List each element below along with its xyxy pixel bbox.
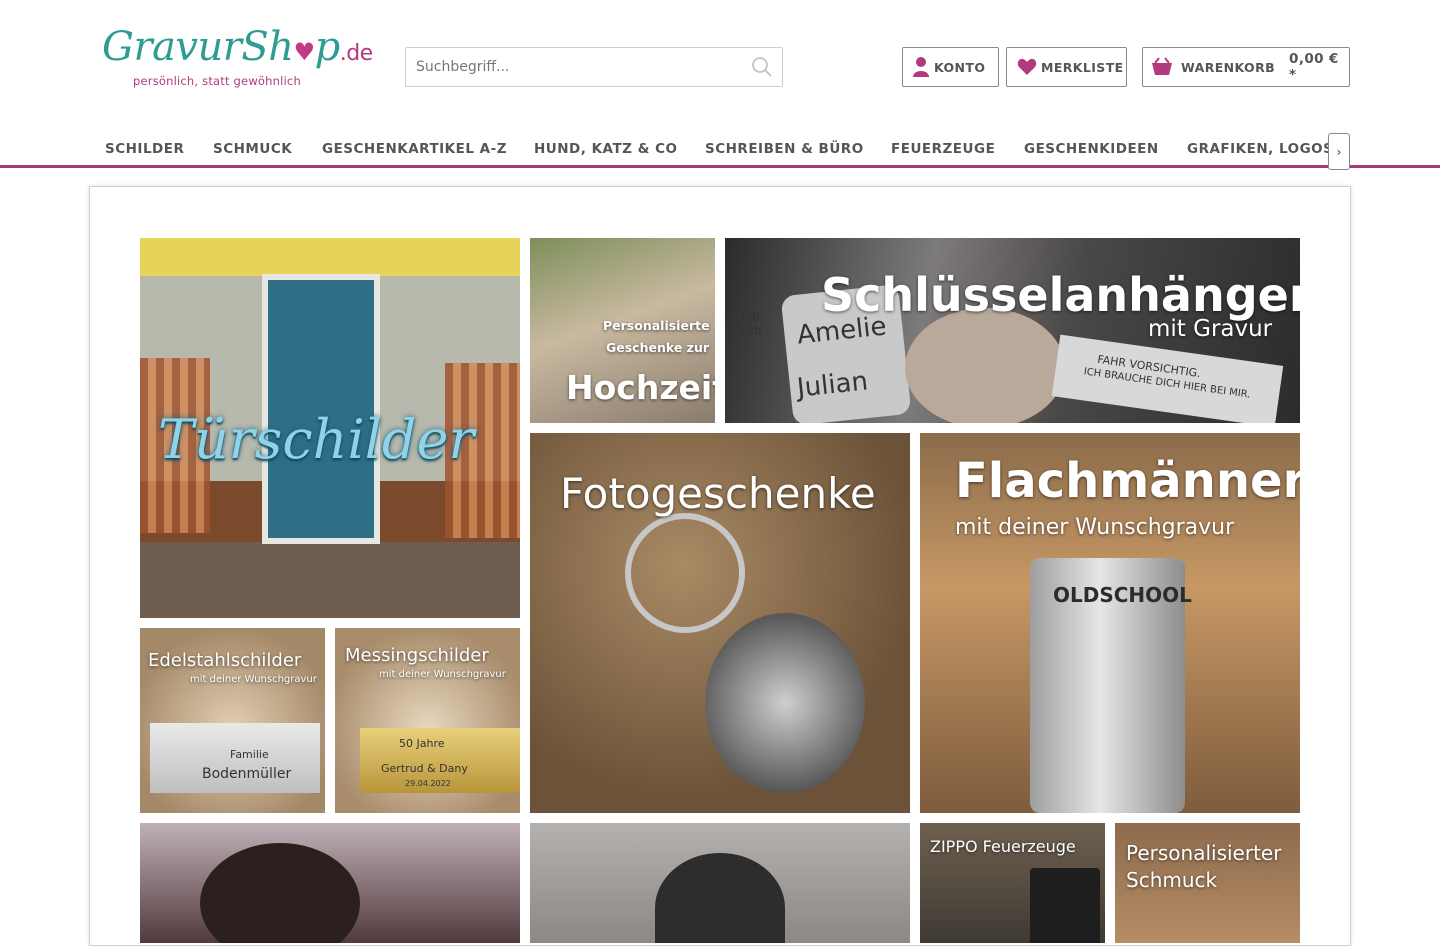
tile-tuerschilder[interactable]: Türschilder (140, 238, 520, 618)
photo-pendant (905, 308, 1065, 423)
tile-subtitle: mit deiner Wunschgravur (379, 669, 506, 680)
person-illustration (200, 843, 360, 943)
nav-item-feuerzeuge[interactable]: FEUERZEUGE (891, 141, 995, 157)
tile-zippo[interactable]: ZIPPO Feuerzeuge (920, 823, 1105, 943)
nav-item-geschenkartikel[interactable]: GESCHENKARTIKEL A-Z (322, 141, 507, 157)
logo-tagline: persönlich, statt gewöhnlich (133, 74, 301, 88)
wishlist-button[interactable]: MERKLISTE (1006, 47, 1127, 87)
tile-messingschilder[interactable]: Messingschilder mit deiner Wunschgravur … (335, 628, 520, 813)
basket-icon (1151, 57, 1173, 77)
tile-line: Geschenke zur (606, 340, 710, 355)
search-input[interactable] (406, 48, 736, 86)
search-icon[interactable] (750, 55, 774, 79)
heart-icon: ♥ (293, 38, 316, 66)
nav-item-schilder[interactable]: SCHILDER (105, 141, 184, 157)
account-label: KONTO (934, 59, 986, 75)
tile-subtitle: mit deiner Wunschgravur (955, 515, 1235, 540)
tile-title: Personalisierter (1126, 841, 1282, 865)
tile-title: Schlüsselanhänger (821, 268, 1300, 322)
key-ring (625, 513, 745, 633)
tile-fotogeschenke[interactable]: Fotogeschenke (530, 433, 910, 813)
tile-title: Schmuck (1126, 868, 1218, 892)
logo-wordmark: GravurSh♥p.de (102, 24, 373, 70)
tile-title: Fotogeschenke (560, 469, 876, 518)
engraved-text: Lieb Dich (735, 310, 762, 338)
tile-schluesselanhaenger[interactable]: Schlüsselanhänger mit Gravur Amelie Juli… (725, 238, 1300, 423)
main-navigation: SCHILDER SCHMUCK GESCHENKARTIKEL A-Z HUN… (0, 128, 1440, 170)
nav-scroll-button[interactable]: › (1328, 133, 1350, 170)
heart-icon (1017, 58, 1037, 76)
nav-item-hund-katz[interactable]: HUND, KATZ & CO (534, 141, 678, 157)
tile-line: Personalisierte (603, 318, 710, 333)
chevron-right-icon: › (1336, 144, 1342, 159)
tile-photo[interactable] (140, 823, 520, 943)
engraved-text: Familie (230, 748, 269, 761)
user-icon (912, 56, 930, 78)
engraved-text: OLDSCHOOL (1053, 583, 1192, 607)
cart-price: 0,00 € * (1289, 51, 1339, 83)
category-banner-grid: Türschilder Personalisierte Geschenke zu… (89, 186, 1351, 946)
tile-title: Messingschilder (345, 645, 489, 666)
engraved-text: 29.04.2022 (405, 779, 451, 788)
tile-title: Edelstahlschilder (148, 650, 302, 671)
engraved-text: Gertrud & Dany (381, 762, 468, 775)
cart-button[interactable]: WARENKORB 0,00 € * (1142, 47, 1350, 87)
wishlist-label: MERKLISTE (1041, 59, 1124, 75)
tile-subtitle: mit Gravur (1148, 316, 1273, 342)
cart-label: WARENKORB (1181, 59, 1276, 75)
nav-item-schmuck[interactable]: SCHMUCK (213, 141, 292, 157)
lighter-illustration (1030, 868, 1100, 943)
tile-title: Flachmänner (955, 453, 1300, 509)
site-header: GravurSh♥p.de persönlich, statt gewöhnli… (0, 0, 1440, 170)
tile-title: Türschilder (158, 408, 475, 471)
tile-title: Hochzeit (566, 368, 715, 407)
engraved-text: 50 Jahre (399, 737, 445, 750)
tile-flachmaenner[interactable]: Flachmänner mit deiner Wunschgravur OLDS… (920, 433, 1300, 813)
tile-subtitle: mit deiner Wunschgravur (190, 674, 317, 685)
person-illustration (655, 853, 785, 943)
engraved-text: Bodenmüller (202, 766, 292, 782)
brand-logo[interactable]: GravurSh♥p.de persönlich, statt gewöhnli… (100, 24, 373, 92)
tile-photo[interactable] (530, 823, 910, 943)
tile-schmuck[interactable]: Personalisierter Schmuck (1115, 823, 1300, 943)
tile-edelstahlschilder[interactable]: Edelstahlschilder mit deiner Wunschgravu… (140, 628, 325, 813)
nav-item-schreiben-buero[interactable]: SCHREIBEN & BÜRO (705, 141, 864, 157)
nav-item-grafiken-logos[interactable]: GRAFIKEN, LOGOS (1187, 141, 1333, 157)
photo-pendant (705, 613, 865, 793)
tile-hochzeit[interactable]: Personalisierte Geschenke zur Hochzeit (530, 238, 715, 423)
account-button[interactable]: KONTO (902, 47, 999, 87)
tile-title: ZIPPO Feuerzeuge (930, 837, 1076, 856)
nav-item-geschenkideen[interactable]: GESCHENKIDEEN (1024, 141, 1159, 157)
search-box (405, 47, 783, 87)
